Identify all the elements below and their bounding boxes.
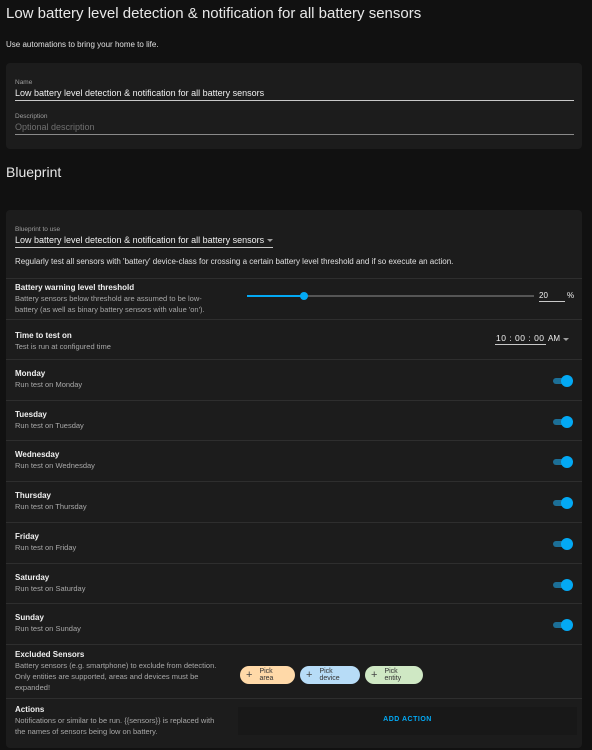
plus-icon: + [246, 668, 253, 681]
day-name: Friday [15, 531, 40, 541]
blueprint-select-label: Blueprint to use [15, 226, 61, 233]
blueprint-description: Regularly test all sensors with 'battery… [15, 257, 454, 266]
blueprint-card: Blueprint to use Low battery level detec… [6, 210, 582, 748]
day-row-friday: Friday Run test on Friday [6, 521, 582, 564]
excluded-desc-3: expanded! [15, 683, 51, 692]
toggle-knob [561, 537, 573, 550]
day-desc: Run test on Saturday [15, 583, 86, 593]
threshold-desc-2: battery (as well as binary battery senso… [15, 305, 205, 314]
blueprint-select[interactable]: Low battery level detection & notificati… [15, 235, 274, 248]
threshold-unit: % [567, 291, 575, 300]
day-desc: Run test on Tuesday [15, 420, 84, 430]
time-desc: Test is run at configured time [15, 342, 111, 351]
day-name: Wednesday [15, 450, 60, 460]
day-toggle[interactable] [553, 456, 573, 469]
pick-entity-button[interactable]: + Pick entity [365, 666, 423, 684]
add-action-button[interactable]: ADD ACTION [238, 716, 577, 723]
actions-desc-2: the names of sensors being low on batter… [15, 727, 158, 736]
day-toggle[interactable] [553, 537, 573, 550]
plus-icon: + [371, 668, 378, 681]
blueprint-selected-value: Low battery level detection & notificati… [15, 235, 265, 245]
day-toggle[interactable] [553, 415, 573, 428]
page-subtitle: Use automations to bring your home to li… [6, 40, 159, 49]
day-row-sunday: Sunday Run test on Sunday [6, 603, 582, 645]
name-label: Name [15, 79, 33, 86]
day-desc: Run test on Monday [15, 380, 83, 389]
excluded-desc-2: Only entities are supported, areas and d… [15, 672, 199, 681]
threshold-row: Battery warning level threshold Battery … [6, 278, 582, 320]
day-name: Saturday [15, 572, 50, 582]
excluded-name: Excluded Sensors [15, 650, 85, 659]
day-desc: Run test on Wednesday [15, 461, 95, 471]
description-field[interactable]: Description Optional description [15, 113, 574, 135]
toggle-knob [561, 619, 573, 632]
day-row-saturday: Saturday Run test on Saturday [6, 562, 582, 605]
actions-panel: ADD ACTION [238, 707, 577, 735]
pick-area-label: Pick area [259, 668, 274, 682]
pick-entity-label: Pick entity [384, 668, 402, 682]
day-name: Tuesday [15, 409, 47, 419]
slider-handle[interactable] [300, 292, 309, 300]
plus-icon: + [306, 668, 313, 681]
description-input[interactable]: Optional description [15, 122, 574, 135]
threshold-name: Battery warning level threshold [15, 283, 135, 292]
day-row-monday: Monday Run test on Monday [6, 359, 582, 401]
day-toggle[interactable] [553, 375, 573, 387]
day-name: Sunday [15, 613, 44, 623]
day-desc: Run test on Friday [15, 542, 77, 552]
day-row-thursday: Thursday Run test on Thursday [6, 481, 582, 523]
chevron-down-icon [267, 239, 274, 243]
ampm-select[interactable]: AM [548, 334, 560, 343]
toggle-knob [561, 456, 573, 469]
toggle-knob [561, 375, 573, 387]
name-input[interactable]: Low battery level detection & notificati… [15, 88, 574, 101]
day-toggle[interactable] [553, 619, 573, 632]
pick-area-button[interactable]: + Pick area [240, 666, 295, 684]
excluded-row: Excluded Sensors Battery sensors (e.g. s… [6, 644, 582, 699]
day-name: Monday [15, 369, 46, 378]
page-title: Low battery level detection & notificati… [6, 5, 422, 22]
day-name: Thursday [15, 491, 52, 501]
time-row: Time to test on Test is run at configure… [6, 319, 582, 360]
day-toggle[interactable] [553, 578, 573, 591]
pick-device-button[interactable]: + Pick device [300, 666, 360, 684]
actions-row: Actions Notifications or similar to be r… [6, 698, 582, 748]
threshold-input[interactable]: 20 [539, 291, 565, 302]
actions-name: Actions [15, 705, 45, 714]
day-row-wednesday: Wednesday Run test on Wednesday [6, 440, 582, 482]
actions-desc-1: Notifications or similar to be run. {{se… [15, 716, 215, 725]
threshold-desc-1: Battery sensors below threshold are assu… [15, 294, 202, 303]
excluded-desc-1: Battery sensors (e.g. smartphone) to exc… [15, 661, 217, 670]
time-name: Time to test on [15, 331, 72, 340]
blueprint-heading: Blueprint [6, 164, 62, 180]
pick-device-label: Pick device [319, 668, 340, 682]
toggle-knob [561, 578, 573, 591]
day-toggle[interactable] [553, 497, 573, 510]
toggle-knob [561, 415, 573, 428]
day-desc: Run test on Sunday [15, 624, 81, 634]
chevron-down-icon [563, 338, 569, 341]
description-label: Description [15, 113, 48, 120]
details-card: Name Low battery level detection & notif… [6, 63, 582, 149]
time-input[interactable]: 10 : 00 : 00 [495, 333, 546, 345]
day-row-tuesday: Tuesday Run test on Tuesday [6, 399, 582, 442]
name-field[interactable]: Name Low battery level detection & notif… [15, 79, 574, 101]
threshold-slider[interactable] [247, 292, 534, 300]
toggle-knob [561, 497, 573, 510]
slider-fill [247, 295, 305, 297]
day-desc: Run test on Thursday [15, 502, 87, 512]
